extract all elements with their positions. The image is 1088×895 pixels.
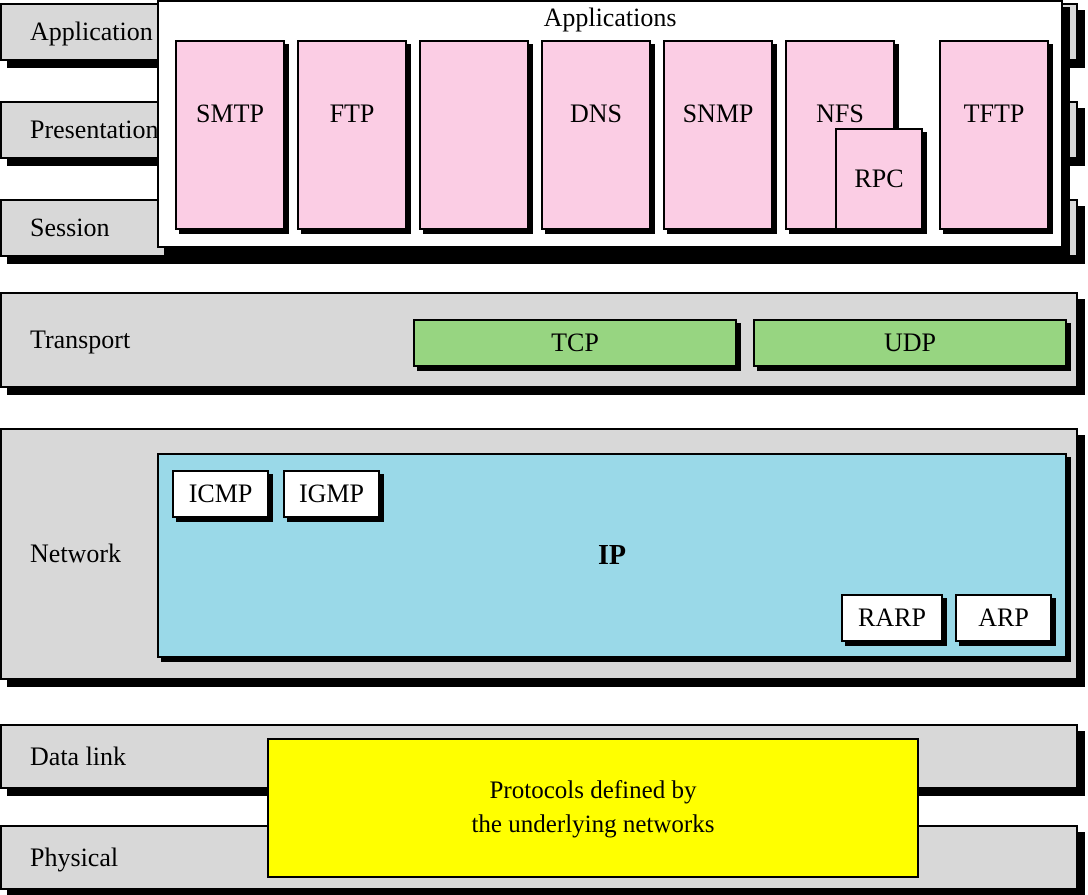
layer-label-presentation: Presentation <box>30 115 159 144</box>
protocol-box-icmp[interactable]: ICMP <box>172 470 269 518</box>
protocol-box-blank[interactable] <box>419 40 529 230</box>
protocol-label-ftp: FTP <box>329 99 375 128</box>
protocol-box-rarp[interactable]: RARP <box>841 594 943 642</box>
protocol-label-arp: ARP <box>978 602 1029 632</box>
protocol-box-tftp[interactable]: TFTP <box>939 40 1049 230</box>
underlying-networks-box[interactable]: Protocols defined by the underlying netw… <box>267 738 919 878</box>
layer-label-physical: Physical <box>30 842 119 872</box>
protocol-label-igmp: IGMP <box>298 478 364 508</box>
protocol-stack-diagram: Application Presentation Session Applica… <box>0 0 1088 895</box>
protocol-label-tcp: TCP <box>551 327 599 357</box>
protocol-box-arp[interactable]: ARP <box>955 594 1052 642</box>
protocol-label-udp: UDP <box>883 327 936 357</box>
protocol-label-tftp: TFTP <box>963 99 1025 128</box>
layer-label-datalink: Data link <box>30 741 127 771</box>
layer-label-transport: Transport <box>30 325 131 354</box>
protocol-box-igmp[interactable]: IGMP <box>283 470 380 518</box>
protocol-box-udp[interactable]: UDP <box>753 319 1067 367</box>
applications-heading: Applications <box>543 3 677 32</box>
protocol-label-nfs: NFS <box>816 99 864 128</box>
protocol-label-dns: DNS <box>569 99 622 128</box>
protocol-label-smtp: SMTP <box>196 99 264 128</box>
protocol-label-icmp: ICMP <box>188 478 253 508</box>
protocol-label-rpc: RPC <box>854 163 904 193</box>
protocol-box-snmp[interactable]: SNMP <box>663 40 773 230</box>
underlying-networks-line2: the underlying networks <box>471 811 715 838</box>
layer-label-session: Session <box>30 213 110 242</box>
layer-label-application: Application <box>30 17 153 46</box>
underlying-networks-line1: Protocols defined by <box>489 777 697 805</box>
protocol-box-dns[interactable]: DNS <box>541 40 651 230</box>
protocol-label-rarp: RARP <box>858 602 926 632</box>
protocol-box-smtp[interactable]: SMTP <box>175 40 285 230</box>
layer-label-network: Network <box>30 539 121 568</box>
protocol-box-rpc[interactable]: RPC <box>835 128 923 230</box>
protocol-box-ftp[interactable]: FTP <box>297 40 407 230</box>
protocol-label-snmp: SNMP <box>682 99 754 128</box>
protocol-label-ip: IP <box>598 539 626 571</box>
protocol-box-tcp[interactable]: TCP <box>413 319 737 367</box>
